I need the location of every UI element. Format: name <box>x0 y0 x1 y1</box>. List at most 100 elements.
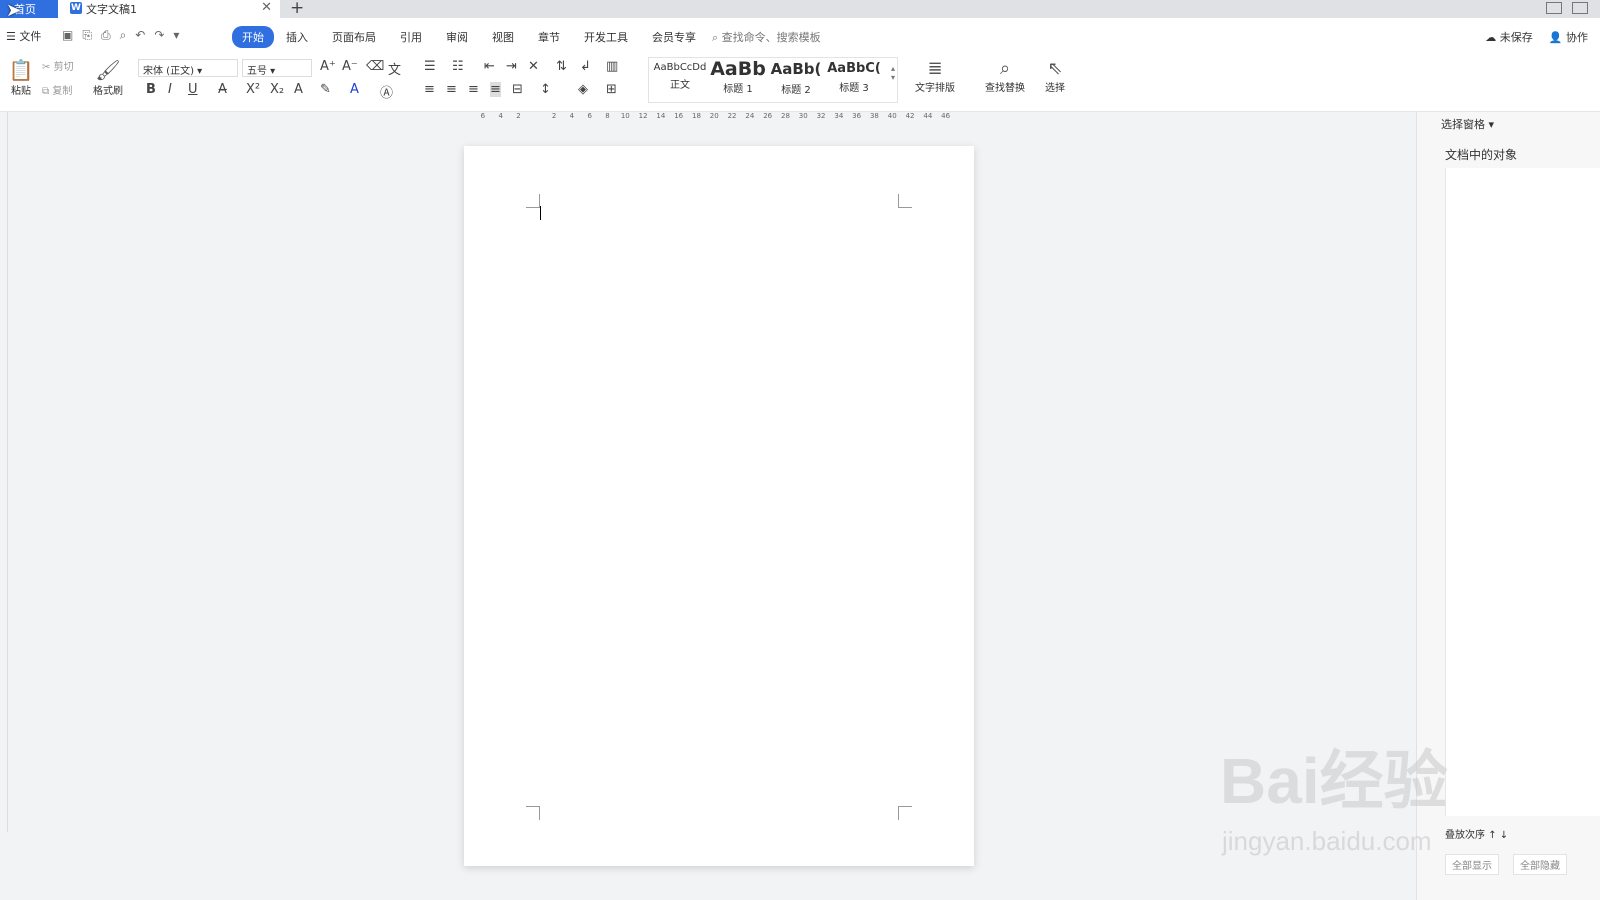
find-replace-button[interactable]: ⌕ 查找替换 <box>978 58 1032 94</box>
superscript-icon[interactable]: X² <box>246 82 260 97</box>
align-center-icon[interactable]: ≡ <box>446 82 457 97</box>
ruler-tick: 4 <box>569 112 575 120</box>
writer-doc-icon: W <box>70 2 82 14</box>
command-search[interactable]: ⌕ 查找命令、搜索模板 <box>712 29 821 45</box>
find-replace-label: 查找替换 <box>985 83 1025 94</box>
more-icon[interactable]: ▾ <box>173 28 179 43</box>
brush-icon: 🖌 <box>95 58 121 82</box>
baidu-watermark-url: jingyan.baidu.com <box>1222 826 1432 856</box>
line-spacing-icon[interactable]: ↕ <box>540 82 551 97</box>
ruler-tick: 30 <box>798 112 808 120</box>
align-right-icon[interactable]: ≡ <box>468 82 479 97</box>
style-heading-3-sample: AaBbC( <box>827 61 881 76</box>
highlight-icon[interactable]: ✎ <box>320 82 331 97</box>
document-page[interactable] <box>464 146 974 866</box>
text-effect-icon[interactable]: A <box>294 82 303 97</box>
unsaved-status[interactable]: ☁ 未保存 <box>1485 29 1533 45</box>
strikethrough-icon[interactable]: A̶ <box>218 82 227 97</box>
selection-pane-title[interactable]: 选择窗格 ▾ <box>1441 116 1494 132</box>
style-scroll-icon[interactable]: ▴ ▾ <box>891 64 895 82</box>
justify-icon[interactable]: ≡ <box>490 82 501 97</box>
tab-review[interactable]: 审阅 <box>434 26 480 48</box>
shrink-font-icon[interactable]: A⁻ <box>342 59 358 74</box>
distribute-icon[interactable]: ⊟ <box>512 82 523 97</box>
format-painter-button[interactable]: 🖌 格式刷 <box>90 58 126 97</box>
subscript-icon[interactable]: X₂ <box>270 82 284 97</box>
ruler-tick: 46 <box>941 112 951 120</box>
font-color-icon[interactable]: A <box>350 82 359 97</box>
copy-button[interactable]: ⧉ 复制 <box>42 82 86 97</box>
tab-start[interactable]: 开始 <box>232 26 274 48</box>
up-arrow-icon[interactable]: ↑ <box>1488 830 1496 841</box>
ruler-tick: 2 <box>516 112 521 120</box>
ruler-tick: 4 <box>498 112 503 120</box>
chinese-layout-icon[interactable]: ✕ <box>528 59 539 74</box>
text-cursor <box>540 206 541 220</box>
phonetic-icon[interactable]: 文 <box>388 59 401 78</box>
window-controls <box>1546 0 1588 14</box>
tab-chapter[interactable]: 章节 <box>526 26 572 48</box>
down-arrow-icon[interactable]: ↓ <box>1500 830 1508 841</box>
style-heading-3[interactable]: AaBbC(标题 3 <box>825 58 883 104</box>
ruler-tick: 16 <box>674 112 684 120</box>
preview-icon[interactable]: ⌕ <box>120 28 127 43</box>
grow-font-icon[interactable]: A⁺ <box>320 59 336 74</box>
export-icon[interactable]: ⎘ <box>82 28 92 43</box>
margin-corner-tl <box>526 194 540 208</box>
style-gallery: AaBbCcDd 正文 AaBb 标题 1 AaBb(标题 2 AaBbC(标题 3… <box>648 57 898 103</box>
italic-icon[interactable]: I <box>168 82 172 97</box>
underline-icon[interactable]: U <box>188 82 198 97</box>
tab-developer[interactable]: 开发工具 <box>572 26 640 48</box>
number-list-icon[interactable]: ☷ <box>452 59 464 74</box>
copy-icon: ⧉ <box>42 86 50 97</box>
tab-insert[interactable]: 插入 <box>274 26 320 48</box>
sort-icon[interactable]: ⇅ <box>556 59 567 74</box>
hide-all-button[interactable]: 全部隐藏 <box>1513 854 1567 875</box>
borders-icon[interactable]: ⊞ <box>606 82 617 97</box>
style-heading-1[interactable]: AaBb 标题 1 <box>709 58 767 104</box>
text-layout-button[interactable]: ≣ 文字排版 <box>908 58 962 94</box>
tab-stops-icon[interactable]: ▥ <box>606 59 618 74</box>
tab-document[interactable]: W 文字文稿1 ✕ <box>58 0 280 18</box>
char-border-icon[interactable]: Ⓐ <box>380 82 393 101</box>
increase-indent-icon[interactable]: ⇥ <box>506 59 517 74</box>
select-label: 选择 <box>1045 83 1065 94</box>
paste-label: 粘贴 <box>11 86 31 97</box>
decrease-indent-icon[interactable]: ⇤ <box>484 59 495 74</box>
horizontal-ruler[interactable]: 6 4 2 2 4 6 8 10 12 14 16 18 20 22 24 26 28 30 32 34 36 38 40 4… <box>474 112 956 124</box>
style-heading-2[interactable]: AaBb(标题 2 <box>767 58 825 104</box>
clear-format-icon[interactable]: ⌫ <box>366 59 384 74</box>
collab-button[interactable]: 👤 协作 <box>1549 29 1588 45</box>
menu-bar: ☰ 文件 ▣ ⎘ ⎙ ⌕ ↶ ↷ ▾ 开始 插入 页面布局 引用 审阅 视图 章… <box>0 18 1600 54</box>
save-icon[interactable]: ▣ <box>62 28 73 43</box>
bold-icon[interactable]: B <box>146 82 156 97</box>
grid-icon[interactable] <box>1572 2 1588 14</box>
tab-view[interactable]: 视图 <box>480 26 526 48</box>
tab-page-layout[interactable]: 页面布局 <box>320 26 388 48</box>
add-tab-button[interactable]: + <box>290 0 304 18</box>
paste-button[interactable]: 📋 粘贴 <box>6 58 36 97</box>
cut-button[interactable]: ✂ 剪切 <box>42 58 86 73</box>
font-family-select[interactable]: 宋体 (正文) ▾ <box>138 59 238 77</box>
select-button[interactable]: ⇖ 选择 <box>1038 58 1072 94</box>
close-icon[interactable]: ✕ <box>261 0 272 15</box>
show-all-button[interactable]: 全部显示 <box>1445 854 1499 875</box>
tab-member[interactable]: 会员专享 <box>640 26 708 48</box>
font-size-select[interactable]: 五号 ▾ <box>242 59 312 77</box>
align-left-icon[interactable]: ≡ <box>424 82 435 97</box>
tab-references[interactable]: 引用 <box>388 26 434 48</box>
shading-icon[interactable]: ◈ <box>578 82 588 97</box>
print-icon[interactable]: ⎙ <box>101 28 111 43</box>
undo-icon[interactable]: ↶ <box>135 28 145 43</box>
vertical-ruler[interactable] <box>0 112 8 832</box>
command-search-placeholder: 查找命令、搜索模板 <box>721 31 821 44</box>
unsaved-label: 未保存 <box>1499 31 1533 44</box>
layout-icon[interactable] <box>1546 2 1562 14</box>
text-layout-icon: ≣ <box>927 58 943 79</box>
show-marks-icon[interactable]: ↲ <box>580 59 591 74</box>
redo-icon[interactable]: ↷ <box>154 28 164 43</box>
file-menu[interactable]: ☰ 文件 <box>6 28 41 44</box>
objects-list[interactable] <box>1445 168 1600 816</box>
bullet-list-icon[interactable]: ☰ <box>424 59 436 74</box>
style-normal[interactable]: AaBbCcDd 正文 <box>651 58 709 104</box>
